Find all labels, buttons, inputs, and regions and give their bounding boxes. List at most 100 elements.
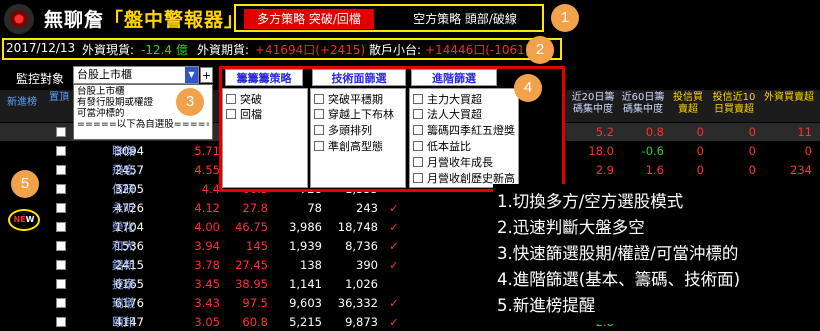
checkbox[interactable]: [314, 125, 324, 135]
retail-mini-label: 散戶小台:: [369, 43, 422, 57]
stock-name: 永昕: [112, 201, 135, 215]
checkbox[interactable]: [413, 94, 423, 104]
callout-badge-5: 5: [11, 170, 39, 198]
checkbox[interactable]: [314, 109, 324, 119]
filter-label: 低本益比: [427, 140, 471, 153]
callout-badge-2: 2: [526, 36, 554, 64]
volume: 5,215: [289, 315, 322, 329]
header-chip-60d: 近60日籌碼集中度: [621, 92, 665, 115]
signal-check: ✓: [389, 201, 399, 215]
price: 145: [246, 239, 268, 253]
tab-advanced-filter[interactable]: 進階篩選: [411, 69, 497, 86]
filter-option[interactable]: 準創高型態: [314, 140, 383, 153]
filter-option[interactable]: 主力大買超: [413, 93, 482, 106]
filter-label: 準創高型態: [328, 140, 383, 153]
checkbox[interactable]: [413, 157, 423, 167]
advanced-filter-list: 主力大買超 法人大買超 籌碼四季紅五燈獎 低本益比 月營收年成長 月營收創歷史新…: [409, 88, 519, 188]
volume: 138: [300, 258, 322, 272]
checkbox[interactable]: [226, 109, 236, 119]
trust-10d: 0: [748, 163, 756, 177]
header-trust-10d: 投信近10日買賣超: [712, 92, 756, 115]
change-pct: 3.05: [194, 315, 220, 329]
change-pct: 5.71: [194, 144, 220, 158]
monitor-target-select[interactable]: 台股上市櫃: [73, 66, 199, 84]
trust-net: 0: [696, 144, 704, 158]
add-button[interactable]: +: [200, 67, 213, 83]
foreign-net: 0: [804, 144, 812, 158]
checkbox[interactable]: [413, 125, 423, 135]
volume: 9,603: [289, 296, 322, 310]
checkbox[interactable]: [314, 141, 324, 151]
chevron-down-icon[interactable]: ▼: [185, 67, 198, 83]
logo-icon: [4, 4, 34, 34]
checkbox[interactable]: [413, 141, 423, 151]
tab-technical-filter[interactable]: 技術面篩選: [312, 69, 406, 86]
filter-option[interactable]: 回檔: [226, 108, 262, 121]
checkbox[interactable]: [226, 94, 236, 104]
stock-name: 聯傑: [112, 144, 135, 158]
filter-label: 月營收年成長: [427, 156, 493, 169]
stock-name: 佰研: [112, 182, 135, 196]
filter-option[interactable]: 月營收年成長: [413, 156, 493, 169]
header-chip-20d: 近20日籌碼集中度: [571, 92, 615, 115]
change-pct: 3.43: [194, 296, 220, 310]
pin-checkbox[interactable]: [56, 146, 66, 156]
change-pct: 4.00: [194, 220, 220, 234]
foreign-spot-value: -12.4 億: [141, 43, 188, 57]
app-title-name: 無聊詹: [44, 9, 105, 31]
callout-badge-4: 4: [514, 74, 542, 102]
pin-checkbox[interactable]: [56, 317, 66, 327]
change-pct: 4.4: [201, 182, 220, 196]
filter-option[interactable]: 籌碼四季紅五燈獎: [413, 124, 515, 137]
pin-checkbox[interactable]: [56, 203, 66, 213]
callout-badge-3: 3: [176, 88, 204, 116]
dropdown-option[interactable]: =====以下為自選股=====: [77, 119, 209, 130]
volume: 1,939: [289, 239, 322, 253]
retail-mini-value: +14446口(-1061): [425, 43, 530, 57]
filter-option[interactable]: 法人大買超: [413, 108, 482, 121]
tab-chip-strategy[interactable]: 籌籌籌策略: [225, 69, 303, 86]
chip-20d: 5.2: [595, 125, 614, 139]
filter-option[interactable]: 突破平穩期: [314, 93, 383, 106]
change-pct: 3.94: [194, 239, 220, 253]
pin-checkbox[interactable]: [56, 127, 66, 137]
foreign-spot-label: 外資現貨:: [82, 43, 135, 57]
signal-check: ✓: [389, 296, 399, 310]
stock-name: 頤邦: [112, 315, 135, 329]
pin-checkbox[interactable]: [56, 222, 66, 232]
pin-checkbox[interactable]: [56, 241, 66, 251]
filter-option[interactable]: 多頭排列: [314, 124, 372, 137]
pin-checkbox[interactable]: [56, 260, 66, 270]
long-strategy-button[interactable]: 多方策略 突破/回檔: [244, 9, 374, 29]
filter-option[interactable]: 低本益比: [413, 140, 471, 153]
checkbox[interactable]: [413, 109, 423, 119]
stock-name: 錩新: [112, 258, 135, 272]
foreign-futures-value: +41694口(+2415): [255, 43, 366, 57]
filter-label: 主力大買超: [427, 93, 482, 106]
header-pin: 置頂: [49, 92, 69, 103]
filter-option[interactable]: 突破: [226, 93, 262, 106]
pin-checkbox[interactable]: [56, 165, 66, 175]
chip-60d: -0.6: [641, 144, 664, 158]
amount: 390: [356, 258, 378, 272]
chip-20d: 2.9: [595, 163, 614, 177]
feature-note-2: 2.迅速判斷大盤多空: [497, 218, 645, 237]
checkbox[interactable]: [314, 94, 324, 104]
price: 97.5: [242, 296, 268, 310]
filter-option[interactable]: 穿越上下布林: [314, 108, 394, 121]
filter-label: 穿越上下布林: [328, 108, 394, 121]
header-foreign-net: 外資買賣超: [764, 92, 814, 103]
new-badge-text-b: W: [25, 215, 35, 224]
market-date: 2017/12/13: [6, 41, 76, 55]
feature-note-4: 4.進階篩選(基本、籌碼、技術面): [497, 270, 741, 289]
amount: 36,332: [337, 296, 378, 310]
pin-checkbox[interactable]: [56, 184, 66, 194]
pin-checkbox[interactable]: [56, 279, 66, 289]
callout-badge-1: 1: [551, 4, 579, 32]
pin-checkbox[interactable]: [56, 298, 66, 308]
chip-60d: 0.8: [645, 125, 664, 139]
amount: 18,748: [337, 220, 378, 234]
chip-20d: 18.0: [588, 144, 614, 158]
short-strategy-button[interactable]: 空方策略 頭部/破線: [400, 9, 530, 29]
checkbox[interactable]: [413, 173, 423, 183]
